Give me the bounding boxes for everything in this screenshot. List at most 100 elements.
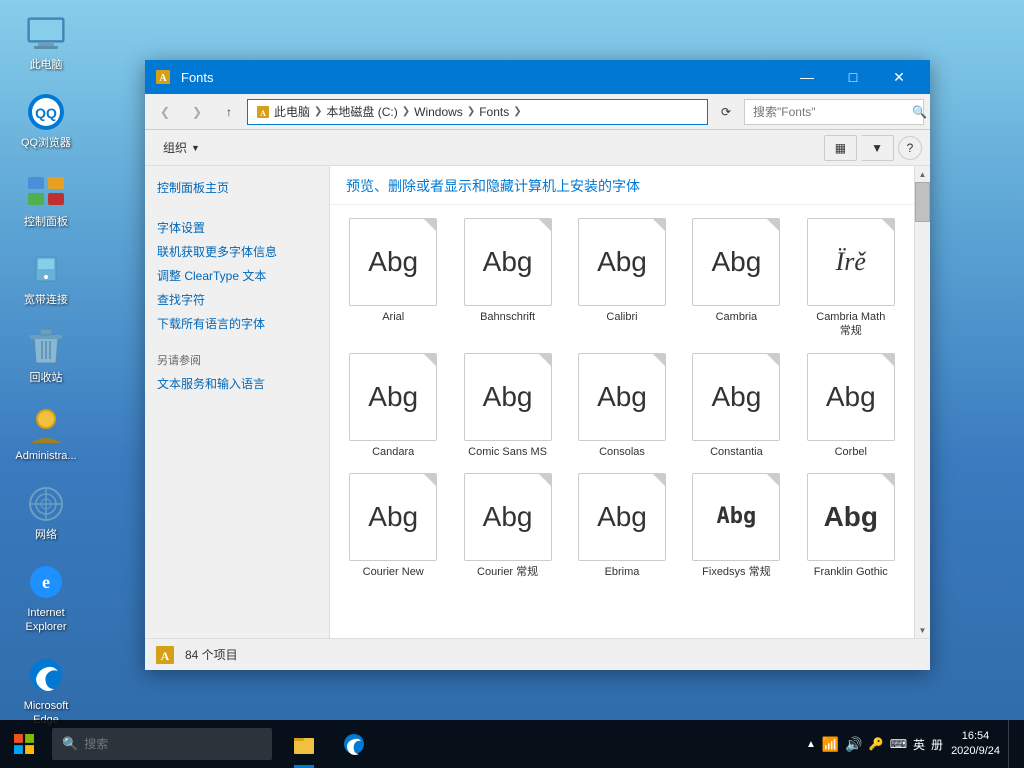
sidebar-link-online-fonts[interactable]: 联机获取更多字体信息 bbox=[157, 240, 317, 264]
admin-label: Administra... bbox=[15, 449, 76, 463]
desktop-icon-network[interactable]: 网络 bbox=[10, 480, 82, 546]
sidebar-section-also-see: 另请参阅 文本服务和输入语言 bbox=[145, 352, 329, 396]
toolbar: 组织 ▼ ▦ ▼ ? bbox=[145, 130, 930, 166]
address-path[interactable]: A 此电脑 ❯ 本地磁盘 (C:) ❯ Windows ❯ Fonts ❯ bbox=[247, 99, 708, 125]
desktop-icon-this-pc[interactable]: 此电脑 bbox=[10, 10, 82, 76]
edge-icon bbox=[26, 655, 66, 695]
font-item-ebrima[interactable]: Abg Ebrima bbox=[567, 468, 677, 584]
font-name: Consolas bbox=[599, 445, 645, 459]
systray-lang[interactable]: 英 bbox=[913, 736, 925, 753]
control-panel-icon bbox=[26, 171, 66, 211]
desktop-icon-recycle[interactable]: 回收站 bbox=[10, 323, 82, 389]
desktop-icons: 此电脑 QQ QQ浏览器 控制面板 bbox=[10, 10, 82, 731]
font-item-courier-new[interactable]: Abg Courier New bbox=[338, 468, 448, 584]
font-item-candara[interactable]: Abg Candara bbox=[338, 348, 448, 464]
font-preview-text: Abg bbox=[483, 246, 533, 278]
sidebar-link-font-settings[interactable]: 字体设置 bbox=[157, 216, 317, 240]
font-item-constantia[interactable]: Abg Constantia bbox=[681, 348, 791, 464]
font-item-comic-sans-ms[interactable]: Abg Comic Sans MS bbox=[452, 348, 562, 464]
font-item-fixedsys-常规[interactable]: Abg Fixedsys 常规 bbox=[681, 468, 791, 584]
control-panel-label: 控制面板 bbox=[24, 215, 68, 229]
taskbar-file-explorer[interactable] bbox=[280, 720, 328, 768]
sidebar-section-main: 控制面板主页 bbox=[145, 176, 329, 200]
svg-text:e: e bbox=[42, 572, 50, 592]
scroll-thumb[interactable] bbox=[915, 182, 930, 222]
font-item-corbel[interactable]: Abg Corbel bbox=[796, 348, 906, 464]
maximize-button[interactable]: □ bbox=[830, 60, 876, 94]
font-preview-text: Abg bbox=[597, 501, 647, 533]
forward-button[interactable]: ❯ bbox=[183, 98, 211, 126]
font-item-cambria[interactable]: Abg Cambria bbox=[681, 213, 791, 344]
systray-lang2[interactable]: 册 bbox=[931, 736, 943, 753]
font-preview-icon: Abg bbox=[807, 353, 895, 441]
taskbar-search-input[interactable] bbox=[84, 737, 262, 751]
minimize-button[interactable]: — bbox=[784, 60, 830, 94]
path-windows[interactable]: Windows bbox=[414, 105, 463, 119]
font-preview-icon: Abg bbox=[578, 473, 666, 561]
desktop-icon-control-panel[interactable]: 控制面板 bbox=[10, 167, 82, 233]
font-preview-icon: Abg bbox=[464, 218, 552, 306]
font-name-line: Franklin Gothic bbox=[814, 566, 888, 578]
sidebar-link-control-panel-home[interactable]: 控制面板主页 bbox=[157, 176, 317, 200]
window-controls: — □ ✕ bbox=[784, 60, 922, 94]
sidebar-link-text-services[interactable]: 文本服务和输入语言 bbox=[157, 372, 317, 396]
font-item-calibri[interactable]: Abg Calibri bbox=[567, 213, 677, 344]
path-fonts[interactable]: Fonts bbox=[479, 105, 509, 119]
organize-label: 组织 bbox=[163, 139, 187, 156]
broadband-label: 宽带连接 bbox=[24, 293, 68, 307]
scroll-down-arrow[interactable]: ▼ bbox=[915, 622, 931, 638]
taskbar-search-box[interactable]: 🔍 bbox=[52, 728, 272, 760]
refresh-button[interactable]: ⟳ bbox=[712, 98, 740, 126]
taskbar-clock[interactable]: 16:54 2020/9/24 bbox=[951, 729, 1000, 760]
desktop-icon-admin[interactable]: Administra... bbox=[10, 401, 82, 467]
font-preview-icon: Abg bbox=[578, 218, 666, 306]
view-dropdown-button[interactable]: ▼ bbox=[861, 135, 894, 161]
font-item-arial[interactable]: Abg Arial bbox=[338, 213, 448, 344]
desktop-icon-qq[interactable]: QQ QQ浏览器 bbox=[10, 88, 82, 154]
font-preview-icon: Abg bbox=[692, 353, 780, 441]
up-button[interactable]: ↑ bbox=[215, 98, 243, 126]
font-name: Cambria bbox=[716, 310, 758, 324]
systray-key-icon: 🔑 bbox=[869, 737, 884, 751]
systray-network-icon: 📶 bbox=[822, 736, 839, 753]
scroll-up-arrow[interactable]: ▲ bbox=[915, 166, 931, 182]
vertical-scrollbar: ▲ ▼ bbox=[914, 166, 930, 638]
taskbar-edge[interactable] bbox=[330, 720, 378, 768]
search-icon: 🔍 bbox=[912, 105, 927, 119]
font-preview-text: Abg bbox=[368, 501, 418, 533]
path-this-pc[interactable]: 此电脑 bbox=[274, 103, 310, 120]
font-name: Bahnschrift bbox=[480, 310, 535, 324]
start-button[interactable] bbox=[0, 720, 48, 768]
organize-chevron-icon: ▼ bbox=[191, 143, 200, 153]
desktop-icon-ie[interactable]: e InternetExplorer bbox=[10, 558, 82, 639]
close-button[interactable]: ✕ bbox=[876, 60, 922, 94]
back-button[interactable]: ❮ bbox=[151, 98, 179, 126]
font-name-line: Fixedsys 常规 bbox=[702, 566, 770, 578]
recycle-bin-label: 回收站 bbox=[30, 371, 63, 385]
also-see-heading: 另请参阅 bbox=[157, 352, 317, 368]
path-disk[interactable]: 本地磁盘 (C:) bbox=[326, 103, 397, 120]
content-area: 预览、删除或者显示和隐藏计算机上安装的字体 Abg Arial Abg Bahn… bbox=[330, 166, 914, 638]
font-item-consolas[interactable]: Abg Consolas bbox=[567, 348, 677, 464]
font-item-franklin-gothic[interactable]: Abg Franklin Gothic bbox=[796, 468, 906, 584]
systray-chevron-icon[interactable]: ▲ bbox=[806, 739, 816, 750]
font-item-courier-常规[interactable]: Abg Courier 常规 bbox=[452, 468, 562, 584]
font-name-line: Constantia bbox=[710, 446, 763, 458]
fonts-window: A Fonts — □ ✕ ❮ ❯ ↑ A 此电脑 ❯ 本地磁盘 (C:) ❯ … bbox=[145, 60, 930, 670]
font-preview-icon: Abg bbox=[349, 218, 437, 306]
taskbar-right: ▲ 📶 🔊 🔑 ⌨ 英 册 16:54 2020/9/24 bbox=[806, 720, 1024, 768]
font-name-line: Calibri bbox=[606, 311, 637, 323]
view-button[interactable]: ▦ bbox=[824, 135, 857, 161]
help-button[interactable]: ? bbox=[898, 136, 922, 160]
sidebar-link-cleartype[interactable]: 调整 ClearType 文本 bbox=[157, 264, 317, 288]
desktop-icon-broadband[interactable]: 宽带连接 bbox=[10, 245, 82, 311]
sidebar-link-find-char[interactable]: 查找字符 bbox=[157, 288, 317, 312]
font-preview-text: Abg bbox=[368, 381, 418, 413]
font-item-cambria-math-常规[interactable]: Ïrě Cambria Math常规 bbox=[796, 213, 906, 344]
content-header: 预览、删除或者显示和隐藏计算机上安装的字体 bbox=[330, 166, 914, 205]
organize-button[interactable]: 组织 ▼ bbox=[153, 135, 210, 161]
sidebar-link-download-fonts[interactable]: 下载所有语言的字体 bbox=[157, 312, 317, 336]
show-desktop-button[interactable] bbox=[1008, 720, 1016, 768]
search-input[interactable] bbox=[753, 105, 908, 119]
font-item-bahnschrift[interactable]: Abg Bahnschrift bbox=[452, 213, 562, 344]
